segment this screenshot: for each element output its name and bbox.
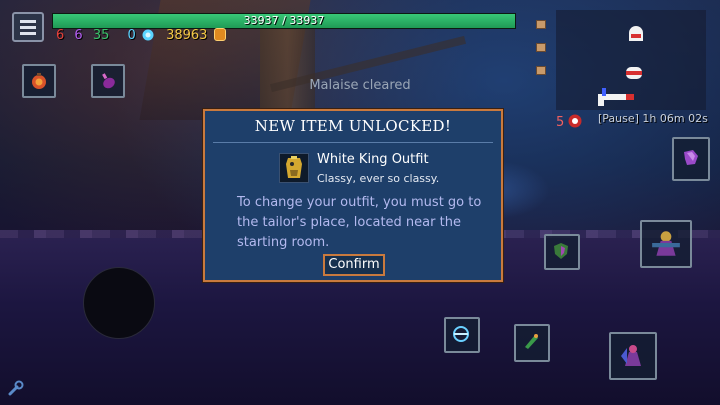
cell-gem-icon: [142, 29, 154, 41]
status-message: Malaise cleared: [309, 78, 411, 93]
item-unlocked-dialog: NEW ITEM UNLOCKED! White King Outfit Cla…: [203, 109, 503, 282]
item-description: Classy, ever so classy.: [317, 172, 440, 185]
ice-shard-icon: [453, 326, 469, 342]
skill-slot-bottom-middle[interactable]: [514, 324, 550, 362]
survival-scroll-count: 35: [92, 28, 110, 43]
minimap-marker: [536, 43, 546, 52]
gold-coin-icon: [213, 28, 226, 41]
outfit-icon: [279, 153, 309, 183]
shield-weapon-icon: [554, 243, 568, 259]
fire-grenade-icon: [32, 73, 46, 89]
item-name: White King Outfit: [317, 152, 429, 167]
confirm-button[interactable]: Confirm: [323, 254, 385, 276]
skill-slot-potion[interactable]: [91, 64, 125, 98]
movement-joystick[interactable]: [83, 267, 155, 339]
dialog-body-text: To change your outfit, you must go to th…: [237, 195, 482, 250]
skill-slot-right-top[interactable]: [672, 137, 710, 181]
wrench-icon[interactable]: [8, 380, 24, 396]
minimap-door-icon: [629, 26, 643, 41]
skill-slot-heavy-crossbow[interactable]: [544, 234, 580, 270]
primary-weapon-icon: [652, 231, 680, 256]
cells-count: 0: [127, 28, 136, 43]
health-text: 33937 / 33937: [243, 14, 325, 27]
gauntlet-icon: [684, 150, 698, 165]
hamburger-menu-icon: [20, 32, 36, 35]
curse-skull-icon: [568, 114, 582, 128]
skill-slot-bottom-left[interactable]: [444, 317, 480, 353]
health-bar: 33937 / 33937: [52, 13, 516, 29]
poison-flask-icon: [102, 73, 115, 89]
minimap-door-icon: [626, 67, 642, 79]
dialog-divider: [213, 142, 493, 143]
minimap: [536, 10, 706, 110]
white-king-outfit-icon: [286, 156, 302, 178]
tactics-scroll-count: 6: [74, 28, 83, 43]
curse-count: 5: [556, 115, 565, 130]
brutality-scroll-count: 6: [56, 28, 65, 43]
minimap-marker: [536, 66, 546, 75]
run-timer: [Pause] 1h 06m 02s: [598, 112, 708, 125]
green-blade-icon: [525, 334, 538, 349]
curse-indicator: 5: [556, 114, 582, 130]
minimap-marker: [536, 20, 546, 29]
skill-slot-character[interactable]: [640, 220, 692, 268]
pause-menu-button[interactable]: [12, 12, 44, 42]
skill-slot-bottom-right[interactable]: [609, 332, 657, 380]
hamburger-menu-icon: [20, 26, 36, 29]
minimap-player-icon: [598, 88, 634, 106]
dialog-title: NEW ITEM UNLOCKED!: [254, 117, 452, 135]
skill-slot-grenade[interactable]: [22, 64, 56, 98]
stats-row: 6 6 35 0 38963: [56, 28, 232, 44]
gold-count: 38963: [166, 28, 208, 43]
secondary-weapon-icon: [621, 345, 641, 366]
hamburger-menu-icon: [20, 20, 36, 23]
